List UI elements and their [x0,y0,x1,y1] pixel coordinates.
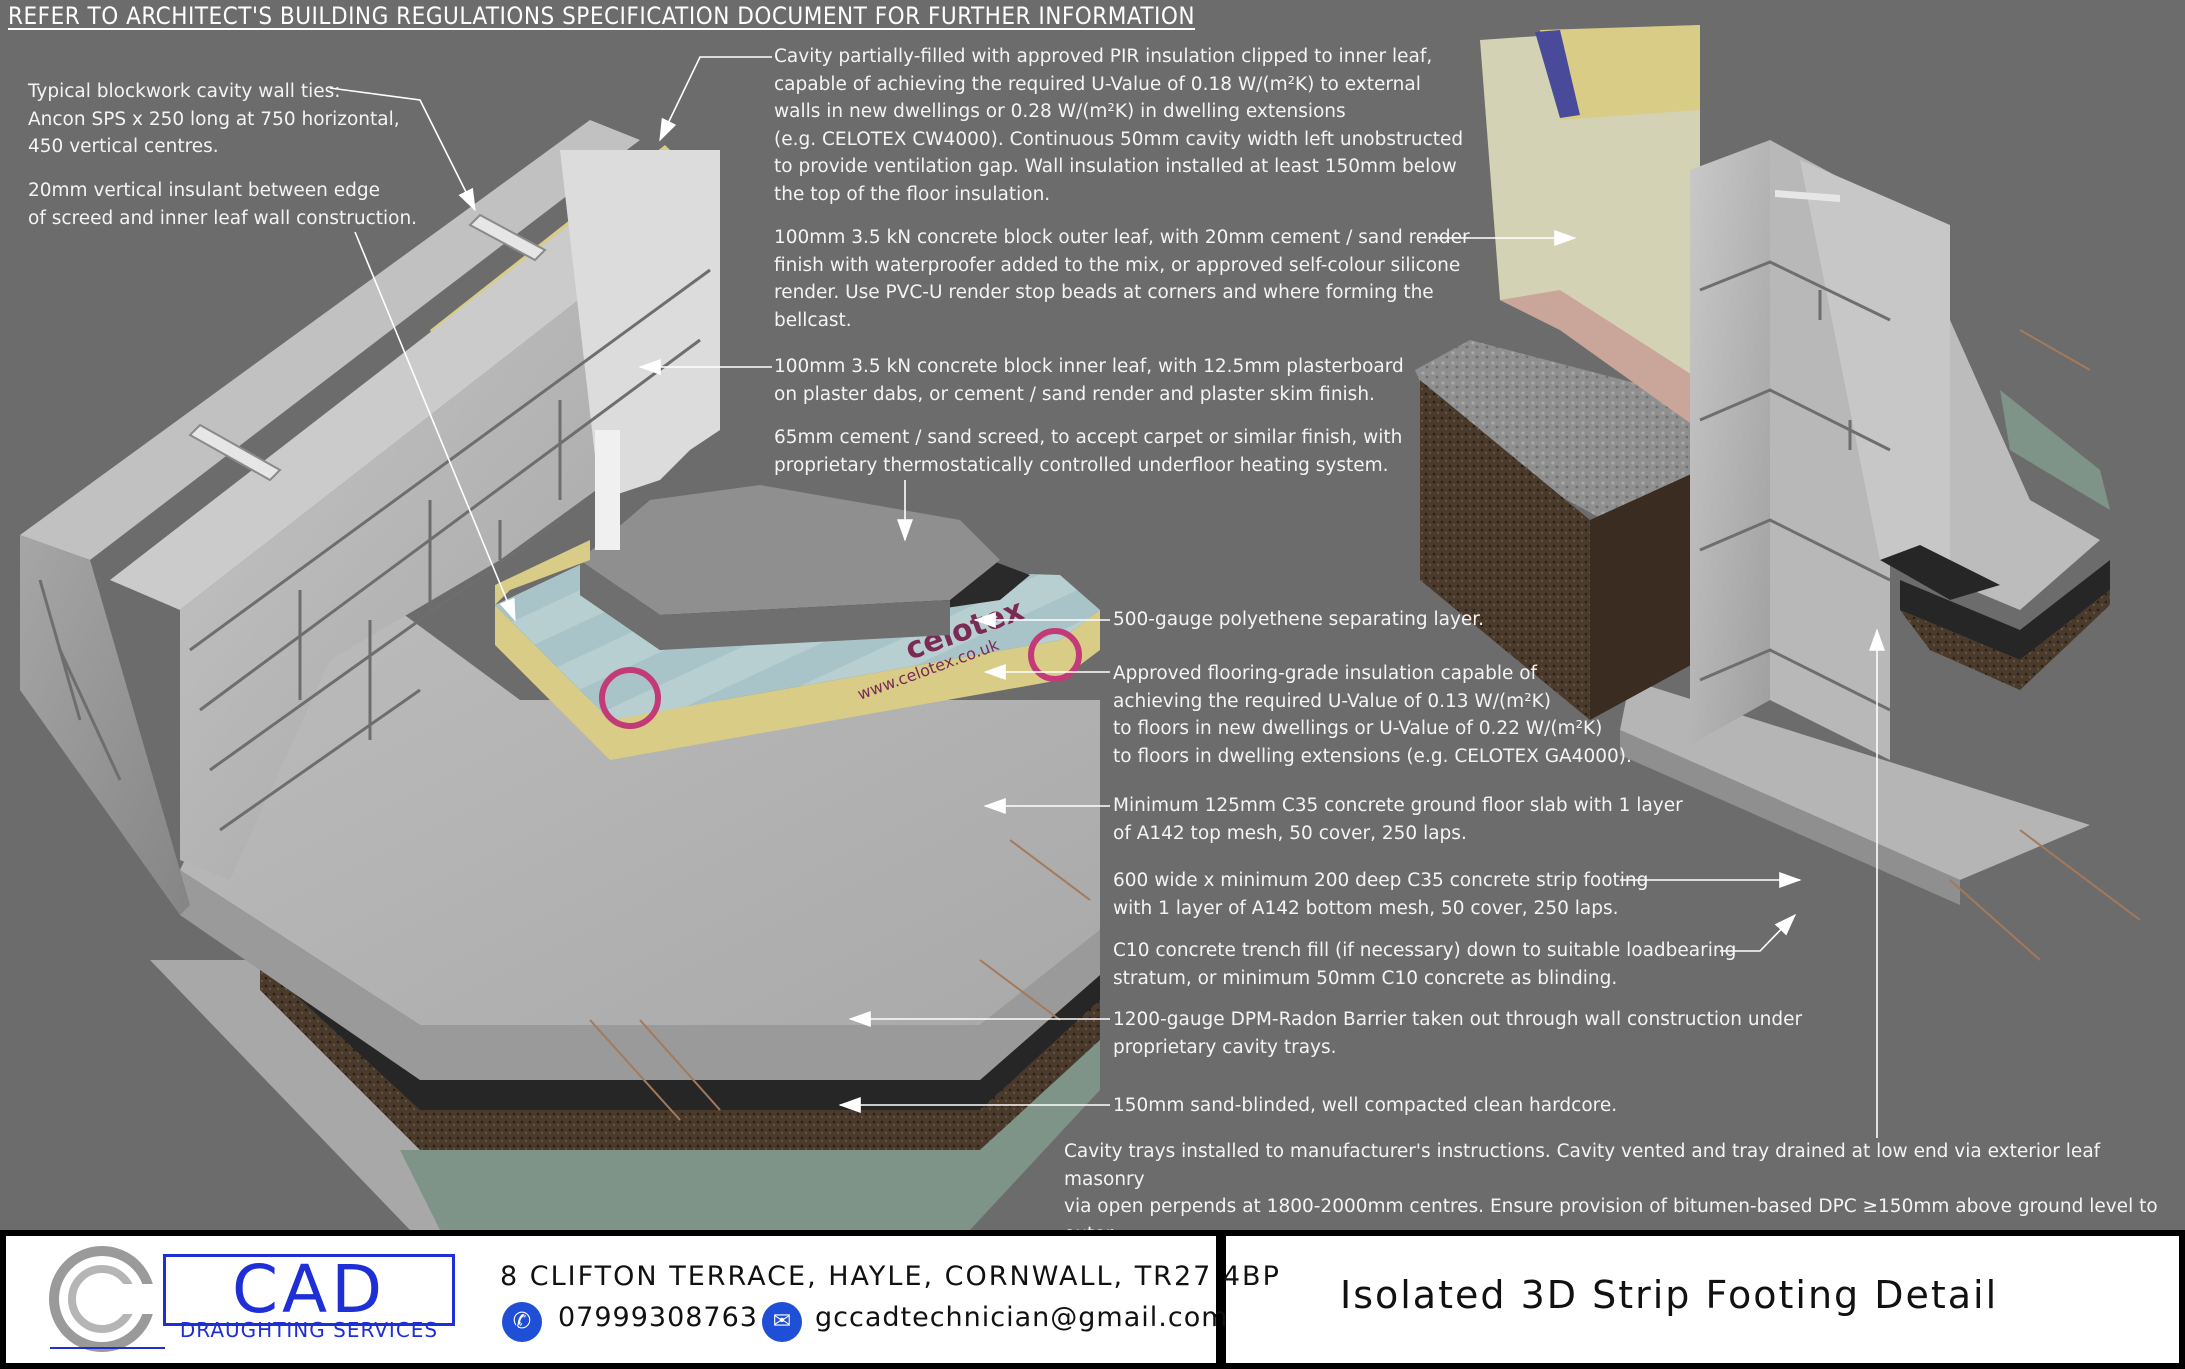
note-wall-ties: Typical blockwork cavity wall ties: Anco… [28,81,400,157]
note-hardcore: 150mm sand-blinded, well compacted clean… [1113,1095,1618,1116]
note-floor-insulation: Approved flooring-grade insulation capab… [1113,663,1632,767]
logo-emblem-cut [110,1284,170,1314]
company-address: 8 CLIFTON TERRACE, HAYLE, CORNWALL, TR27… [500,1261,1281,1292]
email-icon: ✉ [762,1302,802,1342]
leader-cavity-insulation [659,56,772,142]
drawing-title: Isolated 3D Strip Footing Detail [1340,1273,1999,1317]
note-inner-leaf: 100mm 3.5 kN concrete block inner leaf, … [774,356,1404,405]
diagram-stage: celotex www.celotex.co.uk REFER TO ARCHI… [0,0,2185,1369]
company-email[interactable]: gccadtechnician@gmail.com [815,1302,1229,1333]
company-phone[interactable]: 07999308763 [558,1302,758,1333]
note-vertical-insulant: 20mm vertical insulant between edge of s… [28,180,418,229]
note-screed: 65mm cement / sand screed, to accept car… [774,427,1403,476]
phone-icon: ✆ [502,1302,542,1342]
note-floor-slab: Minimum 125mm C35 concrete ground floor … [1113,795,1683,844]
company-logo-emblem [49,1246,170,1352]
note-strip-footing: 600 wide x minimum 200 deep C35 concrete… [1113,870,1649,919]
header-note: REFER TO ARCHITECT'S BUILDING REGULATION… [8,2,1196,30]
note-trench-fill: C10 concrete trench fill (if necessary) … [1113,940,1737,989]
note-separating-layer: 500-gauge polyethene separating layer. [1113,609,1485,630]
company-logo-cad: CAD [163,1254,455,1326]
company-logo-subtitle: DRAUGHTING SERVICES [179,1318,439,1342]
screed-top [580,485,1000,615]
note-cavity-insulation: Cavity partially-filled with approved PI… [774,46,1464,205]
note-outer-leaf: 100mm 3.5 kN concrete block outer leaf, … [774,227,1470,331]
note-dpm: 1200-gauge DPM-Radon Barrier taken out t… [1113,1009,1803,1058]
skirting-board [595,430,620,550]
